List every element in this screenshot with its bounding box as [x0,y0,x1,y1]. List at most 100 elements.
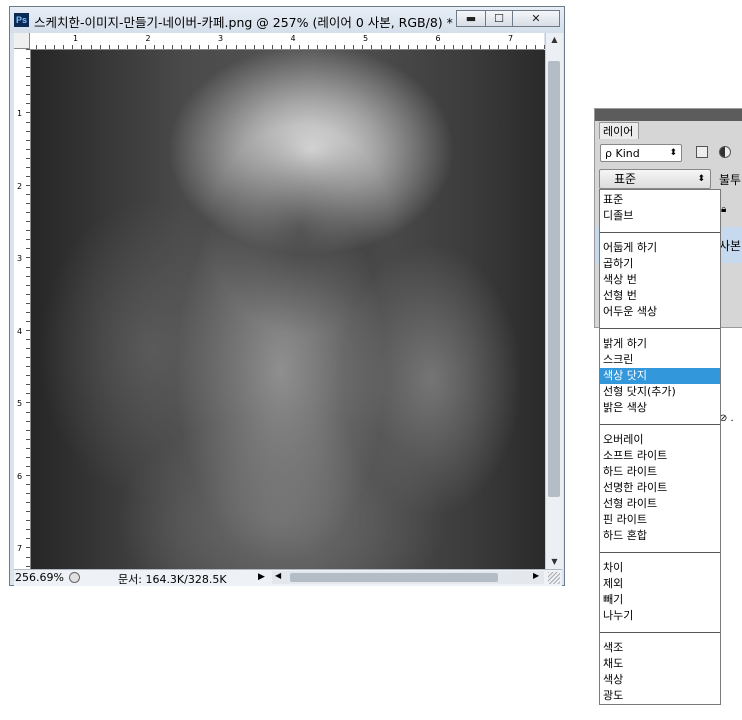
select-arrows-icon: ⬍ [669,148,677,158]
ruler-tick [26,184,30,186]
menu-separator [600,632,720,633]
ruler-tick [26,438,30,440]
ruler-tick [344,45,346,49]
ruler-tick [26,447,30,449]
blend-menu-item[interactable]: 어두운 색상 [600,304,720,320]
ruler-tick [443,45,445,49]
blend-menu-item[interactable]: 스크린 [600,352,720,368]
ruler-tick [298,45,300,49]
ruler-tick [26,456,30,458]
document-title: 스케치한-이미지-만들기-네이버-카페.png @ 257% (레이어 0 사본… [34,15,453,30]
ruler-tick [26,556,30,558]
vertical-scroll-thumb[interactable] [548,61,560,497]
blend-menu-item[interactable]: 핀 라이트 [600,512,720,528]
ruler-tick [489,45,491,49]
image-filter-icon[interactable] [696,146,708,158]
blend-menu-item[interactable]: 곱하기 [600,256,720,272]
clock-icon[interactable] [69,572,80,583]
status-menu-arrow-icon[interactable]: ▶ [258,572,265,582]
blend-menu-item[interactable]: 광도 [600,688,720,704]
blend-menu-item[interactable]: 표준 [600,192,720,208]
ruler-tick [26,538,30,540]
vertical-ruler[interactable]: 1 2 3 4 5 6 7 [14,49,31,569]
ruler-tick [416,45,418,49]
ruler-tick [271,45,273,49]
blend-menu-item[interactable]: 밝은 색상 [600,400,720,416]
adjustment-filter-icon[interactable] [719,146,731,158]
scroll-right-arrow-icon[interactable]: ▶ [533,571,539,580]
ruler-tick [26,293,30,295]
blend-menu-item[interactable]: 어둡게 하기 [600,240,720,256]
ruler-tick [253,45,255,49]
lock-icon[interactable]: 🔒︎ [721,204,726,215]
zoom-level[interactable]: 256.69% [15,571,64,584]
ruler-tick [99,45,101,49]
blend-mode-menu[interactable]: 표준 디졸브어둡게 하기 곱하기 색상 번 선형 번 어두운 색상밝게 하기 스크린 색상 닷… [599,189,721,705]
kind-filter-select[interactable]: ρ Kind ⬍ [600,144,682,162]
ruler-tick [26,520,30,522]
ruler-tick [26,366,30,368]
tab-layers[interactable]: 레이어 [599,122,639,139]
maximize-button[interactable]: ☐ [485,10,513,27]
menu-separator [600,424,720,425]
blend-menu-item[interactable]: 빼기 [600,592,720,608]
ruler-tick [26,275,30,277]
layer-name: 사본 [719,239,742,253]
ruler-tick [453,45,454,49]
ruler-tick [462,45,464,49]
panel-bottom-icons[interactable]: ⊘ . [719,413,734,424]
scroll-up-arrow-icon[interactable]: ▲ [546,35,563,44]
blend-menu-item[interactable]: 나누기 [600,608,720,624]
title-bar[interactable]: Ps 스케치한-이미지-만들기-네이버-카페.png @ 257% (레이어 0… [10,7,564,33]
resize-grip-icon[interactable] [548,572,560,584]
blend-menu-item[interactable]: 색상 번 [600,272,720,288]
ruler-tick [26,329,30,331]
ruler-tick [190,45,192,49]
horizontal-scrollbar[interactable]: ◀ ▶ [272,571,544,584]
blend-menu-item[interactable]: 색상 [600,672,720,688]
scroll-left-arrow-icon[interactable]: ◀ [275,571,281,580]
blend-menu-item[interactable]: 차이 [600,560,720,576]
blend-menu-item[interactable]: 채도 [600,656,720,672]
close-button[interactable]: ✕ [512,10,560,27]
horizontal-ruler[interactable]: 1 2 3 4 5 6 7 [14,33,545,50]
blend-menu-item[interactable]: 선형 번 [600,288,720,304]
ruler-tick [26,103,30,105]
minimize-button[interactable]: ▬ [456,10,486,27]
blend-menu-item[interactable]: 오버레이 [600,432,720,448]
kind-filter-label: ρ Kind [605,147,640,160]
horizontal-scroll-thumb[interactable] [290,573,498,582]
blend-menu-item[interactable]: 색상 닷지 [600,368,720,384]
ruler-origin-corner[interactable] [14,33,30,49]
vertical-scrollbar[interactable]: ▲ ▼ [545,33,563,569]
blend-menu-item[interactable]: 선명한 라이트 [600,480,720,496]
ruler-tick [317,45,319,49]
ruler-tick [26,130,30,132]
ruler-tick [235,45,237,49]
photoshop-logo-icon: Ps [14,13,29,27]
blend-menu-item[interactable]: 색조 [600,640,720,656]
ruler-tick [498,45,500,49]
ruler-tick [26,76,30,78]
ruler-tick [26,230,30,232]
ruler-tick [525,45,527,49]
blend-menu-item[interactable]: 디졸브 [600,208,720,224]
ruler-tick [308,45,309,49]
ruler-tick [26,357,30,359]
blend-menu-item[interactable]: 선형 라이트 [600,496,720,512]
blend-menu-item[interactable]: 하드 라이트 [600,464,720,480]
blend-menu-item[interactable]: 소프트 라이트 [600,448,720,464]
ruler-tick [398,45,400,49]
select-arrows-icon: ⬍ [697,174,705,184]
ruler-tick [26,94,30,96]
blend-menu-item[interactable]: 하드 혼합 [600,528,720,544]
blend-menu-item[interactable]: 제외 [600,576,720,592]
ruler-top-label: 7 [508,34,514,43]
scroll-down-arrow-icon[interactable]: ▼ [546,557,563,566]
blend-menu-item[interactable]: 밝게 하기 [600,336,720,352]
panel-header-bar[interactable] [595,109,742,121]
image-canvas[interactable] [31,50,545,569]
ruler-tick [26,375,30,377]
blend-mode-select[interactable]: 표준 ⬍ [599,169,711,189]
blend-menu-item[interactable]: 선형 닷지(추가) [600,384,720,400]
